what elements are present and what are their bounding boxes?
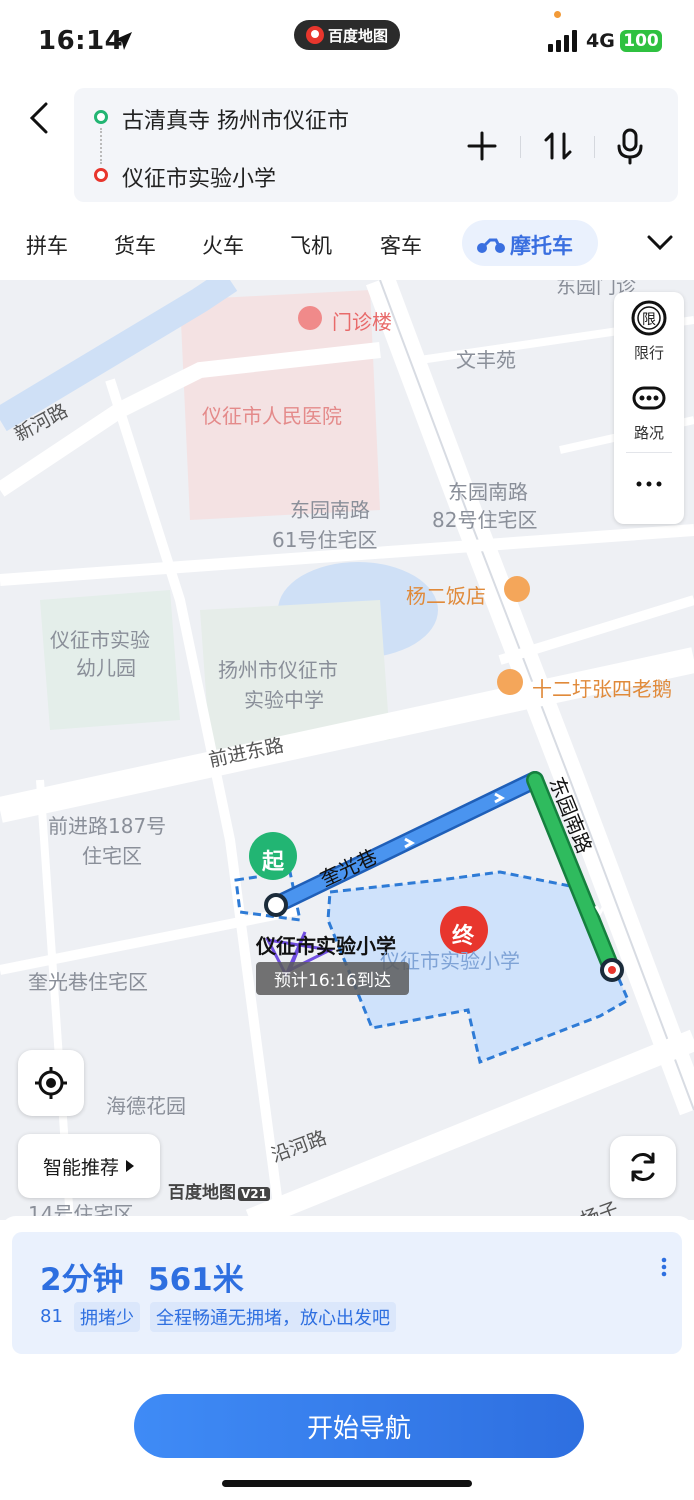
- motorcycle-icon: [477, 238, 505, 253]
- poi-label: 幼儿园: [76, 656, 136, 680]
- map-watermark: 百度地图 V21: [168, 1178, 270, 1203]
- congestion-tag: 拥堵少: [74, 1302, 140, 1332]
- tab-coach[interactable]: 客车: [380, 230, 422, 260]
- poi-label: 61号住宅区: [272, 528, 378, 552]
- route-distance: 561米: [148, 1262, 244, 1298]
- battery-indicator: 100: [620, 30, 662, 52]
- poi-label: 前进路187号: [48, 814, 167, 838]
- tab-truck[interactable]: 货车: [114, 230, 156, 260]
- poi-label: 扬州市仪征市: [218, 658, 338, 682]
- poi-label: 仪征市实验: [50, 628, 150, 652]
- traffic-lights-count: 81: [40, 1306, 63, 1327]
- route-status-tag: 全程畅通无拥堵，放心出发吧: [150, 1302, 396, 1332]
- watermark-text: 百度地图: [168, 1183, 236, 1203]
- tab-carpool[interactable]: 拼车: [26, 230, 68, 260]
- refresh-route-button[interactable]: [610, 1136, 676, 1198]
- poi-label: 仪征市人民医院: [202, 404, 342, 428]
- baidu-map-logo-icon: [305, 26, 324, 44]
- route-duration: 2分钟: [40, 1262, 124, 1298]
- more-vertical-icon[interactable]: [660, 1256, 668, 1278]
- status-time: 16:14: [38, 26, 124, 56]
- start-location-field[interactable]: 古清真寺 扬州市仪征市: [122, 103, 349, 135]
- refresh-icon: [631, 1152, 655, 1182]
- end-point-icon: [94, 168, 108, 182]
- app-indicator-pill[interactable]: 百度地图: [294, 20, 400, 50]
- smart-recommend-label: 智能推荐: [42, 1156, 119, 1179]
- end-location-field[interactable]: 仪征市实验小学: [122, 161, 276, 193]
- map-roads: [0, 280, 694, 1220]
- privacy-indicator-dot: [554, 11, 561, 18]
- tab-motorcycle-label: 摩托车: [510, 234, 573, 258]
- poi-label: 东园南路: [290, 498, 370, 522]
- restriction-label[interactable]: 限行: [614, 342, 684, 363]
- restriction-icon[interactable]: 限: [631, 300, 667, 336]
- more-options-icon[interactable]: [635, 480, 663, 488]
- start-marker[interactable]: 起: [262, 844, 284, 876]
- poi-label: 文丰苑: [456, 348, 516, 372]
- poi-label: 海德花园: [106, 1094, 186, 1118]
- svg-text:限: 限: [642, 312, 656, 328]
- crosshair-icon: [35, 1067, 67, 1099]
- watermark-version: V21: [238, 1187, 270, 1201]
- traffic-lights-value: 1: [51, 1306, 63, 1327]
- poi-label: 实验中学: [244, 688, 324, 712]
- start-navigation-button[interactable]: 开始导航: [134, 1394, 584, 1458]
- network-type: 4G: [586, 30, 615, 52]
- destination-label: 仪征市实验小学: [256, 934, 396, 958]
- swap-route-button[interactable]: [540, 128, 576, 164]
- smart-recommend-button[interactable]: 智能推荐: [18, 1134, 160, 1198]
- traffic-light-icon: 8: [40, 1306, 52, 1327]
- home-indicator: [222, 1480, 472, 1487]
- divider: [626, 452, 672, 453]
- divider: [520, 136, 521, 158]
- route-connector: [100, 128, 104, 164]
- location-arrow-icon: [114, 32, 132, 50]
- map-view[interactable]: 门诊楼 文丰苑 仪征市人民医院 东园南路 61号住宅区 东园南路 82号住宅区 …: [0, 280, 694, 1220]
- divider: [594, 136, 595, 158]
- eta-tooltip: 预计16:16到达: [256, 962, 409, 995]
- play-arrow-icon: [126, 1160, 134, 1172]
- poi-label: 杨二饭店: [406, 584, 486, 608]
- start-point-icon: [94, 110, 108, 124]
- poi-label: 奎光巷住宅区: [28, 970, 148, 994]
- back-button[interactable]: [24, 98, 56, 138]
- signal-icon: [548, 30, 577, 52]
- poi-label: 门诊楼: [332, 310, 392, 334]
- traffic-label[interactable]: 路况: [614, 422, 684, 443]
- my-location-button[interactable]: [18, 1050, 84, 1116]
- tab-flight[interactable]: 飞机: [290, 230, 332, 260]
- poi-label: 82号住宅区: [432, 508, 538, 532]
- add-waypoint-button[interactable]: [464, 128, 500, 164]
- poi-label: 住宅区: [82, 844, 142, 868]
- poi-label: 东园南路: [448, 480, 528, 504]
- microphone-icon[interactable]: [614, 126, 646, 166]
- map-side-controls: 限 限行 路况: [614, 292, 684, 524]
- traffic-icon[interactable]: [631, 380, 667, 416]
- chevron-down-icon[interactable]: [646, 232, 674, 252]
- tab-train[interactable]: 火车: [202, 230, 244, 260]
- poi-label: 十二圩张四老鹅: [532, 677, 672, 701]
- app-name: 百度地图: [327, 26, 388, 45]
